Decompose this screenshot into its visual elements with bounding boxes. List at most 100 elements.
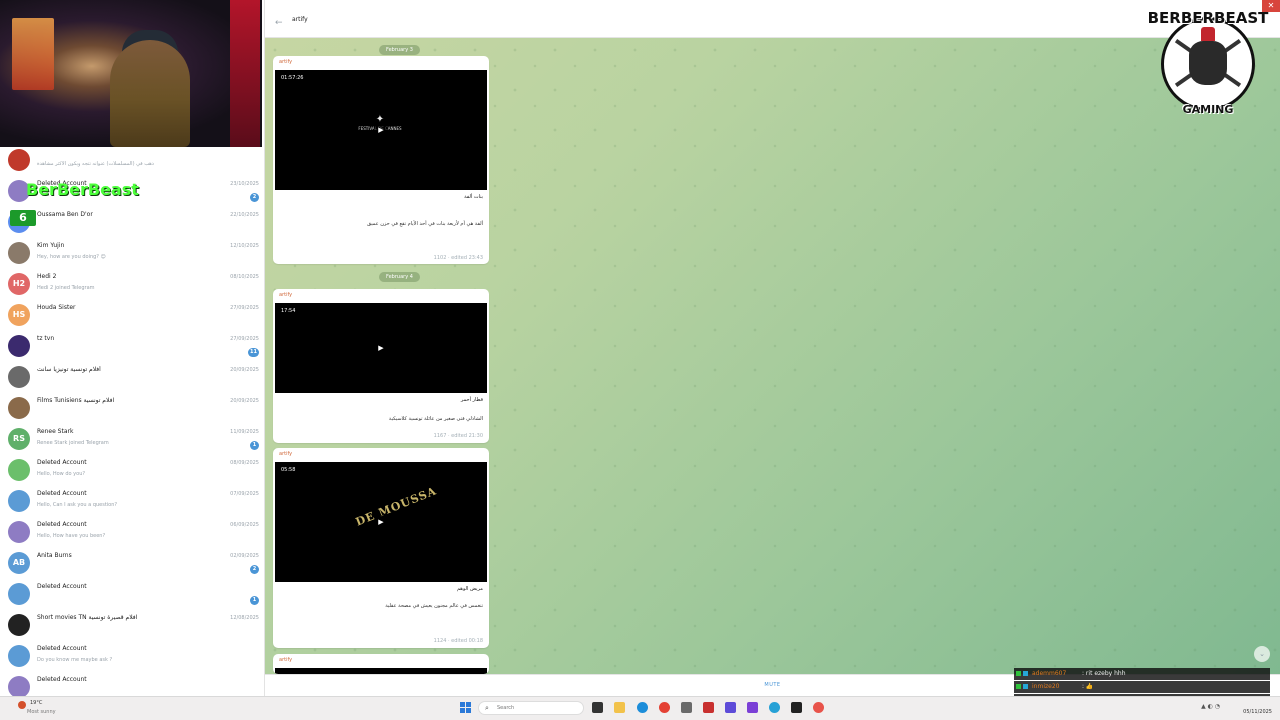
chat-date: 27/09/2025 bbox=[230, 336, 259, 342]
post-author[interactable]: artify bbox=[279, 657, 292, 663]
chrome-browser-icon[interactable] bbox=[659, 702, 670, 713]
avatar bbox=[8, 397, 30, 419]
unread-badge: 2 bbox=[250, 565, 259, 574]
scroll-down-button[interactable]: ⌄ bbox=[1254, 646, 1270, 662]
chat-list: ذهب في (المسلسلات) عنوانه تتجه ويكون الأ… bbox=[0, 146, 264, 696]
stream-chat-text: : 👍 bbox=[1082, 683, 1094, 690]
chat-list-item[interactable]: ذهب في (المسلسلات) عنوانه تتجه ويكون الأ… bbox=[0, 146, 264, 177]
streamer-name-overlay: BerBerBeast 6 bbox=[4, 176, 139, 226]
telegram-app-icon[interactable] bbox=[769, 702, 780, 713]
play-icon[interactable]: ▶ bbox=[374, 341, 388, 355]
chat-list-item[interactable]: Deleted Account Hello, How have you been?… bbox=[0, 518, 264, 549]
app-icon[interactable] bbox=[681, 702, 692, 713]
avatar: H2 bbox=[8, 273, 30, 295]
chat-date: 20/09/2025 bbox=[230, 367, 259, 373]
post-description: ألفة هي أم لأربعة بنات في أحد الأيام تقع… bbox=[367, 221, 483, 227]
avatar bbox=[8, 490, 30, 512]
chat-list-item[interactable]: Films Tunisiens افلام تونسية 20/09/2025 bbox=[0, 394, 264, 425]
stream-chat-message: ademm607: rit ezeby hhh bbox=[1014, 668, 1270, 680]
channel-post[interactable]: artify 01:57:26 ✦ FESTIVAL DE CANNES ▶ ب… bbox=[273, 56, 489, 264]
weather-description[interactable]: Most sunny bbox=[27, 709, 56, 715]
unread-badge: 11 bbox=[248, 348, 259, 357]
avatar: AB bbox=[8, 552, 30, 574]
video-duration: 17:54 bbox=[279, 307, 298, 315]
weather-icon[interactable] bbox=[18, 701, 26, 709]
unread-badge: 1 bbox=[250, 441, 259, 450]
screen-root: ذهب في (المسلسلات) عنوانه تتجه ويكون الأ… bbox=[0, 0, 1280, 720]
chat-preview: Hey, how are you doing? 😊 bbox=[37, 254, 106, 260]
video-duration: 05:58 bbox=[279, 466, 298, 474]
chat-main: ← artify February 3 artify 01:57:26 ✦ FE… bbox=[265, 0, 1280, 696]
chat-name: Deleted Account bbox=[37, 583, 87, 590]
app-icon[interactable] bbox=[703, 702, 714, 713]
streamer-badge: 6 bbox=[10, 210, 36, 226]
chat-preview: Hello, How do you? bbox=[37, 471, 86, 477]
chat-list-item[interactable]: AB Anita Burns 02/09/2025 2 bbox=[0, 549, 264, 580]
chat-date: 06/09/2025 bbox=[230, 522, 259, 528]
channel-post[interactable]: artify 05:58 DE MOUSSA ▶ مريض الوهم تنغم… bbox=[273, 448, 489, 648]
post-description: تنغمس في عالم مجنون يعيش في مصحة عقلية bbox=[385, 603, 483, 609]
chat-list-item[interactable]: RS Renee Stark Renee Stark joined Telegram… bbox=[0, 425, 264, 456]
channel-name[interactable]: artify bbox=[292, 16, 308, 23]
chat-name: Films Tunisiens افلام تونسية bbox=[37, 397, 115, 404]
windows-start-icon[interactable] bbox=[460, 702, 471, 713]
post-meta: 1124 · edited 00:18 bbox=[433, 638, 483, 644]
chat-date: 08/10/2025 bbox=[230, 274, 259, 280]
chat-list-item[interactable]: Kim Yujin Hey, how are you doing? 😊 12/10/… bbox=[0, 239, 264, 270]
chat-name: Hedi 2 bbox=[37, 273, 57, 280]
terminal-app-icon[interactable] bbox=[592, 702, 603, 713]
stream-chat-user: inmize20 bbox=[1032, 683, 1060, 690]
post-author[interactable]: artify bbox=[279, 59, 292, 65]
clock-date[interactable]: 05/11/2025 bbox=[1243, 709, 1272, 715]
chat-list-item[interactable]: H2 Hedi 2 Hedi 2 joined Telegram 08/10/2025 bbox=[0, 270, 264, 301]
chat-preview: Do you know me maybe ask ? bbox=[37, 657, 113, 663]
avatar bbox=[8, 335, 30, 357]
edge-browser-icon[interactable] bbox=[637, 702, 648, 713]
post-author[interactable]: artify bbox=[279, 292, 292, 298]
app-icon[interactable] bbox=[813, 702, 824, 713]
play-icon[interactable]: ▶ bbox=[374, 123, 388, 137]
weather-temperature[interactable]: 19°C bbox=[30, 700, 42, 706]
chat-list-item[interactable]: Deleted Account Hello, Can I ask you a qu… bbox=[0, 487, 264, 518]
date-separator: February 4 bbox=[379, 272, 420, 282]
video-thumbnail[interactable]: 17:54 ▶ bbox=[275, 303, 487, 393]
chat-preview: Hello, How have you been? bbox=[37, 533, 106, 539]
webcam-window-light bbox=[12, 18, 54, 90]
channel-post[interactable]: artify bbox=[273, 654, 489, 674]
chat-list-item[interactable]: HS Houda Sister 27/09/2025 bbox=[0, 301, 264, 332]
app-icon[interactable] bbox=[725, 702, 736, 713]
chat-list-item[interactable]: Deleted Account Do you know me maybe ask … bbox=[0, 642, 264, 673]
chat-list-item[interactable]: Deleted Account Hello, How do you? 08/09/2… bbox=[0, 456, 264, 487]
chat-preview: Hello, Can I ask you a question? bbox=[37, 502, 118, 508]
back-arrow-icon[interactable]: ← bbox=[275, 18, 283, 28]
chat-list-item[interactable]: Deleted Account 1 bbox=[0, 580, 264, 611]
chat-date: 20/09/2025 bbox=[230, 398, 259, 404]
chat-list-item[interactable]: Short movies TN افلام قصيرة تونسية 12/08/… bbox=[0, 611, 264, 642]
chat-list-item[interactable]: Deleted Account bbox=[0, 673, 264, 696]
video-thumbnail[interactable]: 01:57:26 ✦ FESTIVAL DE CANNES ▶ bbox=[275, 70, 487, 190]
chat-date: 07/09/2025 bbox=[230, 491, 259, 497]
avatar bbox=[8, 583, 30, 605]
unread-badge: 2 bbox=[250, 193, 259, 202]
chat-list-item[interactable]: أفلام تونسية تونيزيا سانت 20/09/2025 bbox=[0, 363, 264, 394]
webcam-flag-light bbox=[230, 0, 260, 147]
channel-post[interactable]: artify 17:54 ▶ قطار أحمر الشاذلي فتى صغي… bbox=[273, 289, 489, 443]
app-icon[interactable] bbox=[747, 702, 758, 713]
video-thumbnail[interactable]: 05:58 DE MOUSSA ▶ bbox=[275, 462, 487, 582]
file-explorer-icon[interactable] bbox=[614, 702, 625, 713]
taskbar-search[interactable]: ⌕ Search bbox=[478, 701, 584, 715]
close-window-button[interactable]: ✕ bbox=[1262, 0, 1280, 12]
taskbar: 19°C Most sunny ⌕ Search ▲ ◐ ◔ 05/11/202… bbox=[0, 696, 1280, 720]
app-icon[interactable] bbox=[791, 702, 802, 713]
avatar: HS bbox=[8, 304, 30, 326]
avatar bbox=[8, 366, 30, 388]
chat-header: ← artify bbox=[265, 0, 1280, 38]
stream-chat-message: inmize20 : 👍 bbox=[1014, 681, 1270, 693]
logo-fez-icon bbox=[1201, 27, 1215, 41]
chat-date: 27/09/2025 bbox=[230, 305, 259, 311]
play-icon[interactable]: ▶ bbox=[374, 515, 388, 529]
chat-list-item[interactable]: tz tvn 27/09/2025 11 bbox=[0, 332, 264, 363]
unread-badge: 1 bbox=[250, 596, 259, 605]
post-author[interactable]: artify bbox=[279, 451, 292, 457]
system-tray-icons[interactable]: ▲ ◐ ◔ bbox=[1201, 703, 1220, 710]
